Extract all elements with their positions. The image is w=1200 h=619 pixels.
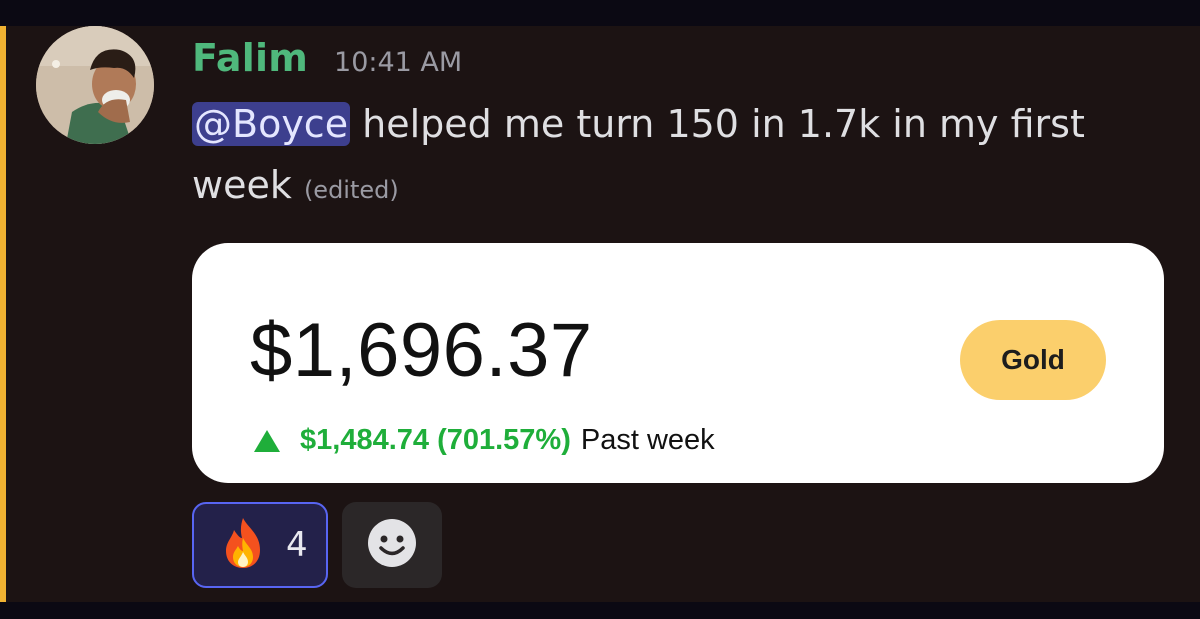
add-reaction-button[interactable] xyxy=(342,502,442,588)
chat-message: Falim 10:41 AM @Boyce helped me turn 150… xyxy=(0,26,1200,602)
reactions-bar: 4 xyxy=(192,502,442,588)
up-arrow-icon xyxy=(254,429,280,452)
reaction-count: 4 xyxy=(286,525,308,565)
portfolio-screenshot-card[interactable]: $1,696.37 Gold $1,484.74 (701.57%) Past … xyxy=(192,243,1164,483)
change-value: $1,484.74 (701.57%) xyxy=(300,424,571,456)
message-header: Falim 10:41 AM xyxy=(192,36,462,86)
portfolio-balance: $1,696.37 xyxy=(250,308,593,393)
change-period: Past week xyxy=(580,424,715,456)
user-mention[interactable]: @Boyce xyxy=(192,102,351,146)
app-frame: Falim 10:41 AM @Boyce helped me turn 150… xyxy=(0,0,1200,619)
author-username[interactable]: Falim xyxy=(192,36,308,80)
edited-label: (edited) xyxy=(303,176,399,204)
reaction-fire[interactable]: 4 xyxy=(192,502,328,588)
mention-highlight-bar xyxy=(0,26,6,602)
performance-change-row: $1,484.74 (701.57%) Past week xyxy=(254,424,715,457)
fire-icon xyxy=(218,516,268,574)
gold-badge-button[interactable]: Gold xyxy=(960,320,1106,400)
avatar[interactable] xyxy=(36,26,154,144)
smiley-face-icon xyxy=(367,518,417,572)
message-content: @Boyce helped me turn 150 in 1.7k in my … xyxy=(192,94,1142,221)
message-timestamp: 10:41 AM xyxy=(334,47,463,78)
